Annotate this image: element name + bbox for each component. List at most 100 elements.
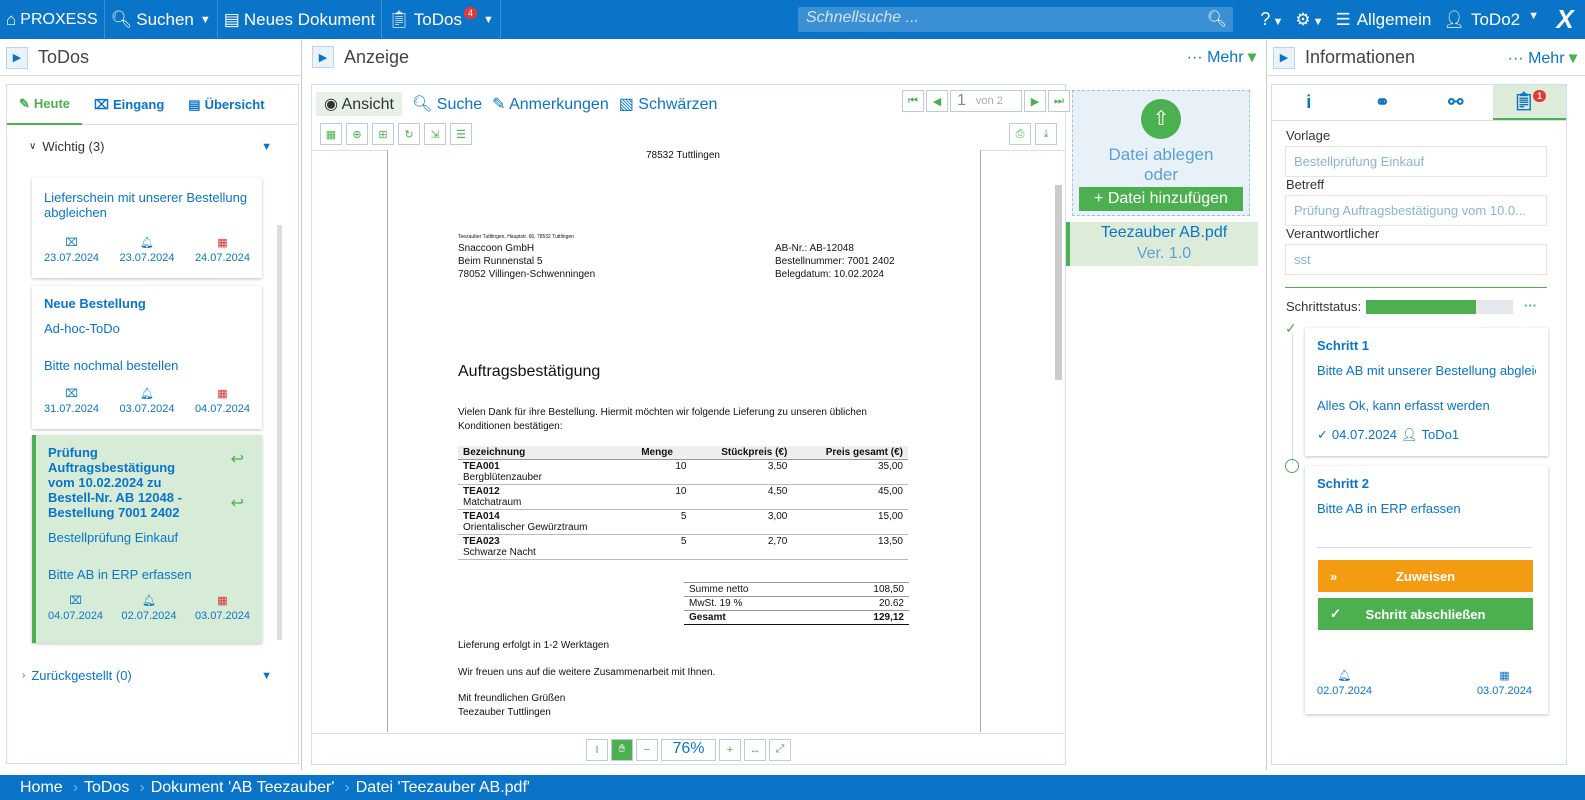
collapse-icon[interactable]: ▶ <box>312 46 334 68</box>
inbox-icon: ⌧ <box>65 388 78 400</box>
last-page-button[interactable]: ⏭ <box>1048 90 1070 112</box>
responsible-field[interactable]: sst <box>1285 244 1547 275</box>
chevron-right-icon: › <box>72 778 79 796</box>
caret-icon: ▼ <box>483 13 494 26</box>
collapse-icon[interactable]: ▶ <box>6 46 28 69</box>
hand-tool-icon[interactable]: ✋︎ <box>611 738 633 761</box>
quicksearch-input[interactable]: Schnellsuche ... 🔍︎ <box>798 7 1233 32</box>
reassign-icon[interactable]: ↩ <box>231 493 244 513</box>
check-icon: ✓ <box>1285 320 1297 336</box>
divider <box>1317 547 1532 548</box>
tab-today[interactable]: ✎ Heute <box>7 85 83 125</box>
bell-icon: 🔔︎ <box>1337 670 1352 682</box>
settings-sliders-icon[interactable]: ☰ <box>450 123 472 145</box>
fullscreen-icon[interactable]: ⤢ <box>769 738 791 761</box>
home-icon: ⌂ <box>6 9 17 29</box>
proxess-x-logo[interactable]: X <box>1545 0 1585 39</box>
tab-inbox[interactable]: ⌧ Eingang <box>82 85 176 125</box>
zoom-in-button[interactable]: + <box>719 738 741 761</box>
group-important[interactable]: ∨ Wichtig (3) ▼ <box>7 125 298 154</box>
help-menu[interactable]: ? ▼ <box>1254 9 1289 30</box>
caret-icon: ▼ <box>261 140 272 153</box>
file-drop-zone[interactable]: ⇧ Datei ablegen oder + Datei hinzufügen <box>1072 90 1250 216</box>
step-2-dates: 🔔︎ 02.07.2024 ▦ 03.07.2024 <box>1317 670 1532 697</box>
inbox-icon: ⌧ <box>69 595 82 607</box>
rotate-icon[interactable]: ↻ <box>398 123 420 145</box>
edit-icon: ✎ <box>19 95 30 111</box>
link-icon[interactable]: ⚭ <box>1346 85 1420 120</box>
todo-tabs: ✎ Heute ⌧ Eingang ▤ Übersicht <box>7 85 298 125</box>
text-cursor-icon[interactable]: I <box>586 738 608 761</box>
todo-tab-icon[interactable]: 📋︎ 1 <box>1492 85 1566 120</box>
workflow-icon[interactable]: ⚯ <box>1419 85 1493 120</box>
fit-icon[interactable]: ⊞ <box>372 123 394 145</box>
zoom-icon[interactable]: ⊕ <box>346 123 368 145</box>
calendar-icon: ▦ <box>217 595 228 607</box>
upload-icon: ⇧ <box>1141 99 1181 139</box>
print-icon[interactable]: ⎙ <box>1009 123 1031 145</box>
prev-page-button[interactable]: ◀ <box>926 90 948 112</box>
tab-view[interactable]: ◉ Ansicht <box>316 92 402 116</box>
group-postponed[interactable]: › Zurückgestellt (0) ▼ <box>0 658 290 683</box>
file-item[interactable]: Teezauber AB.pdf Ver. 1.0 <box>1066 222 1258 266</box>
doc-meta: AB-Nr.: AB-12048 Bestellnummer: 7001 2402… <box>775 243 895 280</box>
todos-menu[interactable]: 📋︎ ToDos 4 ▼ <box>382 0 501 39</box>
search-icon[interactable]: 🔍︎ <box>1207 9 1227 29</box>
todo-card[interactable]: Neue Bestellung Ad-hoc-ToDo Bitte nochma… <box>32 286 262 429</box>
viewer-tools: ▦ ⊕ ⊞ ↻ ⇲ ☰ <box>320 123 472 145</box>
database-menu[interactable]: ☰ Allgemein <box>1329 10 1437 30</box>
home-logo[interactable]: ⌂ PROXESS <box>0 0 105 39</box>
more-menu[interactable]: ··· Mehr ▾ <box>1508 48 1577 68</box>
display-header: ▶ Anzeige ··· Mehr ▾ <box>306 40 1264 74</box>
download-icon[interactable]: ⤓ <box>1035 123 1057 145</box>
zoom-out-button[interactable]: − <box>636 738 658 761</box>
new-document-button[interactable]: ▤ Neues Dokument <box>218 0 383 39</box>
calendar-icon: ▦ <box>217 237 228 249</box>
todos-header: ▶ ToDos <box>0 40 301 76</box>
tab-overview[interactable]: ▤ Übersicht <box>176 85 276 125</box>
more-menu[interactable]: ··· Mehr ▾ <box>1187 47 1256 67</box>
doc-scrollbar[interactable] <box>1055 185 1062 380</box>
bell-icon: 🔔︎ <box>140 388 154 400</box>
database-icon: ☰ <box>1335 9 1351 29</box>
caret-icon: ▼ <box>199 13 211 26</box>
collapse-icon[interactable]: ▶ <box>1273 46 1295 69</box>
page-input[interactable]: 1 von 2 <box>950 90 1022 112</box>
bell-icon: 🔔︎ <box>142 595 156 607</box>
settings-menu[interactable]: ⚙ ▼ <box>1289 10 1329 30</box>
zoom-level[interactable]: 76% <box>661 738 716 761</box>
breadcrumb-document[interactable]: Dokument 'AB Teezauber' <box>151 779 335 797</box>
first-page-button[interactable]: ⏮ <box>902 90 924 112</box>
tab-redact[interactable]: ▧ Schwärzen <box>619 94 718 114</box>
more-dots-icon[interactable]: ··· <box>1524 298 1537 313</box>
add-file-button[interactable]: + Datei hinzufügen <box>1079 187 1243 211</box>
user-menu[interactable]: 👤︎ ToDo2 ▼ <box>1437 10 1545 30</box>
fit-width-icon[interactable]: ↔ <box>744 738 766 761</box>
inbox-icon: ⌧ <box>94 96 110 112</box>
breadcrumb-home[interactable]: Home <box>20 779 63 797</box>
reply-icon[interactable]: ↩ <box>231 449 244 469</box>
todo-card-selected[interactable]: Prüfung Auftragsbestätigung vom 10.02.20… <box>32 435 262 643</box>
tab-annotations[interactable]: ✎ Anmerkungen <box>492 94 609 114</box>
next-page-button[interactable]: ▶ <box>1024 90 1046 112</box>
info-header: ▶ Informationen ··· Mehr ▾ <box>1267 40 1585 76</box>
subject-field[interactable]: Prüfung Auftragsbestätigung vom 10.0... <box>1285 195 1547 226</box>
template-field[interactable]: Bestellprüfung Einkauf <box>1285 146 1547 177</box>
thumbnails-icon[interactable]: ▦ <box>320 123 342 145</box>
breadcrumb-todos[interactable]: ToDos <box>84 779 129 797</box>
viewer-actions: ⎙ ⤓ <box>1009 123 1057 145</box>
scrollbar[interactable] <box>277 225 282 640</box>
info-icon[interactable]: i <box>1272 85 1346 120</box>
step-1-card[interactable]: Schritt 1 Bitte AB mit unserer Bestellun… <box>1305 328 1548 456</box>
search-menu[interactable]: 🔍︎ Suchen ▼ <box>105 0 218 39</box>
info-tabs: i ⚭ ⚯ 📋︎ 1 <box>1272 85 1566 121</box>
assign-button[interactable]: » Zuweisen <box>1318 560 1533 592</box>
finish-step-button[interactable]: ✓ Schritt abschließen <box>1318 598 1533 630</box>
card-dates: ⌧ 04.07.2024 🔔︎ 02.07.2024 ▦ 03.07.2024 <box>48 595 250 622</box>
todo-card[interactable]: Lieferschein mit unserer Bestellung abgl… <box>32 178 262 278</box>
breadcrumb-file[interactable]: Datei 'Teezauber AB.pdf' <box>356 779 530 797</box>
export-icon[interactable]: ⇲ <box>424 123 446 145</box>
calendar-icon: ▦ <box>217 388 228 400</box>
chevron-right-icon: › <box>344 778 350 796</box>
tab-search[interactable]: 🔍︎ Suche <box>412 94 482 114</box>
